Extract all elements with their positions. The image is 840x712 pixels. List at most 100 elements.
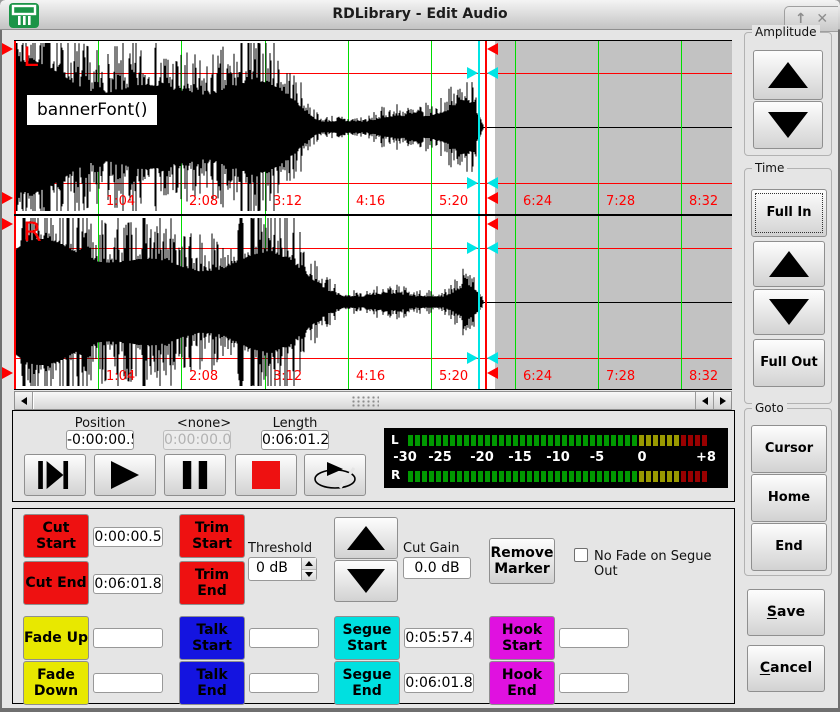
zoom-out-button[interactable] (753, 289, 825, 335)
cut-end-marker-bottom[interactable] (487, 367, 498, 379)
zoom-full-out-button[interactable]: Full Out (753, 339, 825, 387)
stop-icon (252, 461, 280, 489)
segue-start-field[interactable] (404, 628, 474, 648)
fade-down-button[interactable]: Fade Down (23, 661, 89, 705)
meter-segment-olive (653, 471, 658, 482)
cut-end-marker-top[interactable] (487, 43, 498, 55)
gain-down-button[interactable] (334, 560, 398, 602)
fade-down-field[interactable] (93, 673, 163, 693)
cut-start-marker-top[interactable] (2, 43, 13, 55)
segue-end-marker-top[interactable] (487, 67, 498, 79)
down-arrow-icon (768, 112, 808, 138)
segue-end-marker-bottom[interactable] (487, 177, 498, 189)
threshold-spinbox[interactable] (248, 557, 317, 581)
meter-scale-label: -15 (508, 450, 532, 465)
play-button[interactable] (94, 454, 156, 496)
goto-home-button[interactable]: Home (751, 474, 827, 522)
talk-end-button[interactable]: Talk End (179, 661, 245, 705)
down-arrow-icon (347, 569, 385, 593)
cut-start-line[interactable] (14, 41, 16, 214)
segue-end-marker-top[interactable] (487, 242, 498, 254)
remove-marker-button[interactable]: Remove Marker (489, 538, 555, 584)
goto-cursor-button[interactable]: Cursor (751, 425, 827, 473)
meter-segment-green (576, 471, 581, 482)
talk-end-field[interactable] (249, 673, 319, 693)
time-tick-label: 1:04 (106, 369, 135, 384)
fade-up-button[interactable]: Fade Up (23, 616, 89, 660)
meter-scale-label: -5 (590, 450, 604, 465)
position-field[interactable] (66, 430, 134, 450)
talk-start-field[interactable] (249, 628, 319, 648)
scroll-right-button[interactable] (713, 392, 731, 409)
close-window-icon[interactable]: ✕ (816, 12, 828, 26)
play-from-start-button[interactable] (24, 454, 86, 496)
audio-level-meter: LR-30-25-20-15-10-50+8 (384, 428, 728, 488)
pause-button[interactable] (164, 454, 226, 496)
segue-start-marker-bottom[interactable] (467, 352, 478, 364)
cancel-button[interactable]: Cancel (747, 645, 825, 692)
cut-start-field[interactable] (93, 527, 163, 547)
no-fade-checkbox[interactable] (574, 548, 588, 562)
waveform-left-channel[interactable]: 1:042:083:124:165:206:247:288:32LbannerF… (14, 40, 732, 215)
time-tick-label: 7:28 (606, 369, 635, 384)
loop-button[interactable] (304, 454, 366, 496)
segue-start-button[interactable]: Segue Start (334, 616, 400, 660)
cut-end-marker-top[interactable] (487, 218, 498, 230)
shade-window-icon[interactable]: ↑ (795, 12, 807, 26)
amplitude-down-button[interactable] (753, 101, 823, 149)
zoom-in-button[interactable] (753, 241, 825, 287)
spin-up-button[interactable] (302, 558, 316, 570)
waveform-area[interactable]: 1:042:083:124:165:206:247:288:32R (14, 216, 732, 389)
talk-start-button[interactable]: Talk Start (179, 616, 245, 660)
cut-gain-field[interactable] (403, 557, 471, 579)
meter-segment-green (569, 435, 574, 446)
meter-segment-green (464, 471, 469, 482)
segue-end-button[interactable]: Segue End (334, 661, 400, 705)
cut-start-marker-bottom[interactable] (2, 192, 13, 204)
cut-start-line[interactable] (14, 216, 16, 389)
save-button[interactable]: Save (747, 589, 825, 636)
hook-start-field[interactable] (559, 628, 629, 648)
scroll-left-button[interactable] (15, 392, 33, 409)
goto-group: Goto Cursor Home End (744, 408, 832, 576)
title-bar[interactable]: RDLibrary - Edit Audio ↑ ✕ (0, 0, 840, 30)
zoom-full-in-button[interactable]: Full In (751, 189, 827, 237)
segue-start-line[interactable] (478, 216, 480, 389)
stop-button[interactable] (235, 454, 297, 496)
gain-up-button[interactable] (334, 517, 398, 559)
segue-end-marker-bottom[interactable] (487, 352, 498, 364)
goto-end-button[interactable]: End (751, 523, 827, 571)
scrollbar-thumb[interactable] (33, 392, 695, 409)
trim-start-button[interactable]: Trim Start (179, 514, 245, 558)
length-field[interactable] (261, 430, 329, 450)
hook-start-button[interactable]: Hook Start (489, 616, 555, 660)
meter-scale-label: +8 (696, 450, 716, 465)
meter-segment-green (583, 471, 588, 482)
threshold-input[interactable] (249, 558, 301, 578)
cut-start-marker-bottom[interactable] (2, 367, 13, 379)
waveform-right-channel[interactable]: 1:042:083:124:165:206:247:288:32R (14, 215, 732, 390)
cut-end-button[interactable]: Cut End (23, 561, 89, 605)
cut-end-marker-bottom[interactable] (487, 192, 498, 204)
fade-up-field[interactable] (93, 628, 163, 648)
trim-end-button[interactable]: Trim End (179, 561, 245, 605)
segue-start-marker-top[interactable] (467, 242, 478, 254)
amplitude-up-button[interactable] (753, 50, 823, 100)
segue-start-marker-bottom[interactable] (467, 177, 478, 189)
waveform-area[interactable]: 1:042:083:124:165:206:247:288:32LbannerF… (14, 41, 732, 214)
threshold-spin-buttons[interactable] (301, 558, 316, 580)
scroll-left-button-2[interactable] (695, 392, 713, 409)
hook-end-field[interactable] (559, 673, 629, 693)
meter-segment-olive (639, 435, 644, 446)
channel-label: R (23, 217, 42, 248)
segue-end-field[interactable] (404, 673, 474, 693)
waveform-scrollbar[interactable] (14, 391, 732, 410)
cut-end-field[interactable] (93, 574, 163, 594)
cut-start-marker-top[interactable] (2, 218, 13, 230)
meter-segment-green (520, 471, 525, 482)
segue-start-marker-top[interactable] (467, 67, 478, 79)
hook-end-button[interactable]: Hook End (489, 661, 555, 705)
spin-down-button[interactable] (302, 570, 316, 581)
segue-start-line[interactable] (478, 41, 480, 214)
cut-start-button[interactable]: Cut Start (23, 514, 89, 558)
